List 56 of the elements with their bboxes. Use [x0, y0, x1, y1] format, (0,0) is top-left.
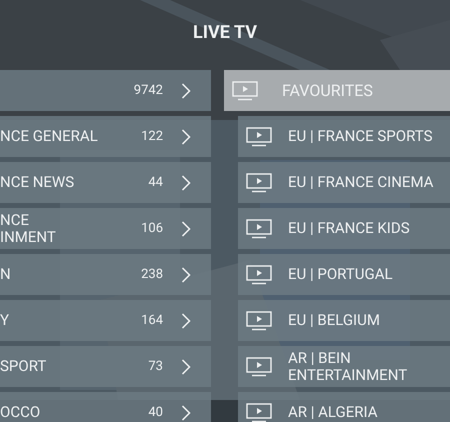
- channel-count: 238: [141, 266, 163, 284]
- group-row[interactable]: AR | ALGERIA: [238, 392, 450, 422]
- group-row[interactable]: EU | FRANCE SPORTS: [238, 116, 450, 157]
- group-name: AR | ALGERIA: [288, 404, 379, 421]
- chevron-right-icon: [181, 220, 191, 236]
- chevron-right-icon: [181, 404, 191, 420]
- category-row[interactable]: 9742: [0, 70, 211, 111]
- channel-count: 44: [148, 174, 163, 192]
- chevron-right-icon: [181, 82, 191, 98]
- tv-play-icon: [246, 402, 272, 422]
- category-name: N: [0, 266, 12, 283]
- category-name: INMENT: [0, 228, 57, 246]
- chevron-right-icon: [181, 266, 191, 282]
- page-title: LIVE TV: [193, 20, 257, 44]
- tv-play-icon: [246, 126, 272, 146]
- tv-play-icon: [246, 356, 272, 376]
- group-name: EU | BELGIUM: [288, 312, 381, 329]
- group-name: EU | PORTUGAL: [288, 266, 394, 283]
- group-row[interactable]: AR | BEIN ENTERTAINMENT: [238, 346, 450, 387]
- chevron-right-icon: [181, 128, 191, 144]
- channel-count: 73: [148, 358, 163, 376]
- category-row[interactable]: N 238: [0, 254, 211, 295]
- group-row[interactable]: EU | BELGIUM: [238, 300, 450, 341]
- tv-play-icon: [246, 172, 272, 192]
- group-row[interactable]: EU | FRANCE KIDS: [238, 208, 450, 249]
- chevron-right-icon: [181, 312, 191, 328]
- category-row[interactable]: OCCO 40: [0, 392, 211, 422]
- group-row[interactable]: EU | FRANCE CINEMA: [238, 162, 450, 203]
- category-name: NCE GENERAL: [0, 128, 99, 145]
- group-row[interactable]: EU | PORTUGAL: [238, 254, 450, 295]
- channel-count: 106: [141, 220, 163, 238]
- chevron-right-icon: [181, 358, 191, 374]
- group-name: EU | FRANCE KIDS: [288, 220, 411, 237]
- tv-play-icon: [246, 218, 272, 238]
- tv-play-icon: [246, 264, 272, 284]
- category-name: OCCO: [0, 404, 42, 421]
- category-name: SPORT: [0, 358, 48, 375]
- tv-play-icon: [232, 80, 258, 100]
- group-name: AR | BEIN ENTERTAINMENT: [288, 350, 408, 384]
- category-name: Y: [0, 312, 10, 329]
- category-name: NCE: [0, 212, 30, 228]
- group-name: FAVOURITES: [282, 82, 373, 99]
- channel-count: 122: [141, 128, 163, 146]
- category-row[interactable]: NCE INMENT 106: [0, 208, 211, 249]
- category-row[interactable]: NCE GENERAL 122: [0, 116, 211, 157]
- group-name: EU | FRANCE SPORTS: [288, 128, 434, 145]
- channel-count: 40: [148, 404, 163, 422]
- category-row[interactable]: SPORT 73: [0, 346, 211, 387]
- category-row[interactable]: NCE NEWS 44: [0, 162, 211, 203]
- category-name: NCE NEWS: [0, 174, 76, 191]
- channel-count: 9742: [134, 82, 163, 100]
- tv-play-icon: [246, 310, 272, 330]
- category-row[interactable]: Y 164: [0, 300, 211, 341]
- group-name: EU | FRANCE CINEMA: [288, 174, 434, 191]
- chevron-right-icon: [181, 174, 191, 190]
- channel-count: 164: [141, 312, 163, 330]
